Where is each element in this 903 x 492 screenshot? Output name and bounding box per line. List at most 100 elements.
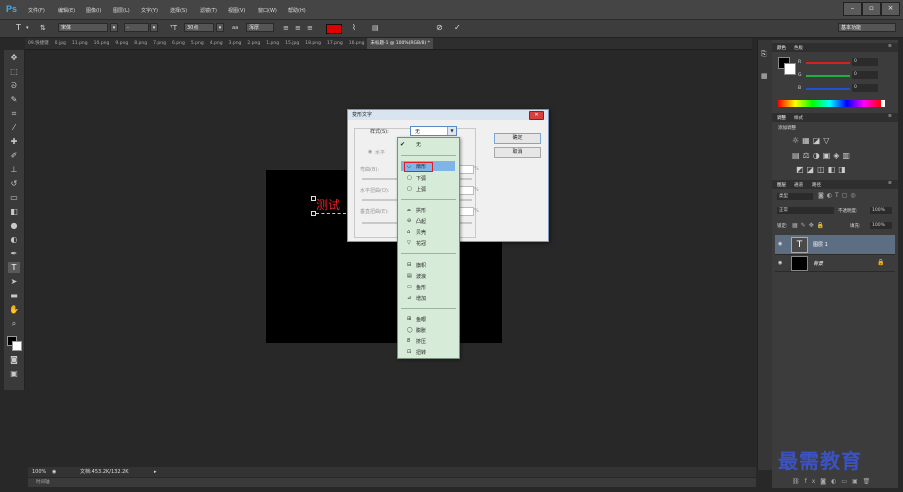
tab-layers[interactable]: 图层 <box>777 182 786 188</box>
antialias-select[interactable]: 浑厚 <box>246 23 274 32</box>
warp-option-arc-upper[interactable]: 上弧 <box>416 186 426 193</box>
healing-brush-tool-icon[interactable]: ✚ <box>8 136 20 147</box>
warp-option-none[interactable]: 无 <box>416 141 421 148</box>
vertical-distortion-input[interactable] <box>458 207 474 216</box>
tab-item[interactable]: 2.png <box>244 38 263 49</box>
tab-item[interactable]: 18.png <box>302 38 324 49</box>
blue-slider[interactable] <box>806 88 850 90</box>
chevron-down-icon[interactable]: ▼ <box>447 127 456 135</box>
warp-option-flag[interactable]: 旗帜 <box>416 262 426 269</box>
tab-item[interactable]: 7.png <box>150 38 169 49</box>
zoom-tool-icon[interactable]: ⌕ <box>8 318 20 329</box>
warp-option-flower[interactable]: 花冠 <box>416 240 426 247</box>
tab-item[interactable]: 09.快捷键 <box>25 38 52 49</box>
marquee-tool-icon[interactable]: ⬚ <box>8 66 20 77</box>
menu-type[interactable]: 文字(Y) <box>141 7 158 14</box>
tab-item[interactable]: 9.png <box>112 38 131 49</box>
crop-tool-icon[interactable]: ⌗ <box>8 108 20 119</box>
tab-item[interactable]: 10.png <box>91 38 113 49</box>
warp-option-rise[interactable]: 增加 <box>416 295 426 302</box>
font-size-input[interactable]: 30点 <box>184 23 214 32</box>
menu-view[interactable]: 视图(V) <box>228 7 245 14</box>
move-tool-icon[interactable]: ✥ <box>8 52 20 63</box>
screen-mode-icon[interactable]: ▣ <box>8 368 20 379</box>
bend-value-input[interactable] <box>458 165 474 174</box>
hand-tool-icon[interactable]: ✋ <box>8 304 20 315</box>
warp-option-inflate[interactable]: 膨胀 <box>416 327 426 334</box>
adjustment-icons-row-1[interactable]: ☼▦◪▽ <box>792 136 832 145</box>
font-style-arrow-icon[interactable]: ▾ <box>150 23 158 32</box>
visibility-eye-icon[interactable]: ◉ <box>778 260 782 266</box>
green-value[interactable]: 0 <box>852 71 878 79</box>
layer-name[interactable]: 背景 <box>813 260 823 267</box>
blue-value[interactable]: 0 <box>852 84 878 92</box>
eyedropper-tool-icon[interactable]: ⁄ <box>8 122 20 133</box>
lock-icons[interactable]: ▦✎✥🔒 <box>792 222 827 229</box>
green-slider[interactable] <box>806 75 850 77</box>
cancel-icon[interactable]: ⊘ <box>436 23 443 33</box>
warp-option-arch[interactable]: 拱形 <box>416 207 426 214</box>
tab-item[interactable]: 11.png <box>69 38 91 49</box>
tab-item[interactable]: 17.png <box>324 38 346 49</box>
tab-item[interactable]: 1.png <box>263 38 282 49</box>
menu-file[interactable]: 文件(F) <box>28 7 45 14</box>
visibility-eye-icon[interactable]: ◉ <box>778 241 782 247</box>
warp-option-fish[interactable]: 鱼形 <box>416 284 426 291</box>
clone-stamp-tool-icon[interactable]: ⊥ <box>8 164 20 175</box>
tab-adjustments[interactable]: 调整 <box>777 115 786 121</box>
red-value[interactable]: 0 <box>852 58 878 66</box>
align-right-icon[interactable]: ≡ <box>307 23 313 33</box>
panel-menu-icon[interactable]: ≡ <box>888 114 892 119</box>
tab-item[interactable]: 3.png <box>226 38 245 49</box>
minimize-button[interactable]: – <box>843 2 862 16</box>
warp-option-squeeze[interactable]: 挤压 <box>416 338 426 345</box>
cancel-button[interactable]: 取消 <box>494 147 541 158</box>
fill-input[interactable]: 100% <box>870 222 892 229</box>
tab-item[interactable]: 4.png <box>207 38 226 49</box>
blur-tool-icon[interactable]: ● <box>8 220 20 231</box>
commit-check-icon[interactable]: ✓ <box>454 23 461 33</box>
path-select-tool-icon[interactable]: ➤ <box>8 276 20 287</box>
font-size-arrow-icon[interactable]: ▾ <box>216 23 224 32</box>
color-spectrum[interactable] <box>778 100 881 107</box>
warp-option-wave[interactable]: 波浪 <box>416 273 426 280</box>
warp-option-twist[interactable]: 扭转 <box>416 349 426 356</box>
quick-mask-icon[interactable]: ◙ <box>8 354 20 365</box>
red-slider[interactable] <box>806 62 850 64</box>
tab-item[interactable]: 15.jpg <box>282 38 302 49</box>
ok-button[interactable]: 确定 <box>494 133 541 144</box>
menu-window[interactable]: 窗口(W) <box>258 7 277 14</box>
gradient-tool-icon[interactable]: ◧ <box>8 206 20 217</box>
tab-item[interactable]: 5.png <box>188 38 207 49</box>
tab-item[interactable]: 0.jpg <box>52 38 69 49</box>
menu-layer[interactable]: 图层(L) <box>113 7 130 14</box>
status-menu-arrow-icon[interactable]: ▸ <box>154 467 157 477</box>
tab-color[interactable]: 颜色 <box>777 45 786 51</box>
tool-preset-chevron-icon[interactable]: ▾ <box>26 23 29 33</box>
horizontal-distortion-input[interactable] <box>458 186 474 195</box>
menu-help[interactable]: 帮助(H) <box>288 7 306 14</box>
background-color-swatch[interactable] <box>12 341 22 351</box>
align-center-icon[interactable]: ≡ <box>295 23 301 33</box>
warp-option-arc-lower[interactable]: 下弧 <box>416 175 426 182</box>
timeline-label[interactable]: 时间轴 <box>36 478 50 487</box>
white-swatch[interactable] <box>881 100 885 107</box>
close-window-button[interactable]: × <box>881 2 900 16</box>
layer-row-text[interactable]: ◉ T 图层 1 <box>775 235 895 255</box>
quick-select-tool-icon[interactable]: ✎ <box>8 94 20 105</box>
shape-tool-icon[interactable]: ▬ <box>8 290 20 301</box>
font-family-arrow-icon[interactable]: ▾ <box>110 23 118 32</box>
workspace-select[interactable]: 基本功能 <box>838 23 896 32</box>
panel-menu-icon[interactable]: ≡ <box>888 181 892 186</box>
tab-styles[interactable]: 样式 <box>794 115 803 121</box>
opacity-input[interactable]: 100% <box>870 207 892 214</box>
dodge-tool-icon[interactable]: ◐ <box>8 234 20 245</box>
warp-option-arc[interactable]: 扇形 <box>416 163 426 170</box>
adjustment-icons-row-3[interactable]: ◩◪◫◧◨ <box>796 165 849 174</box>
dialog-close-button[interactable]: ✕ <box>529 111 544 120</box>
status-info-icon[interactable]: ◉ <box>52 467 56 477</box>
tab-item[interactable]: 6.png <box>169 38 188 49</box>
panel-menu-icon[interactable]: ≡ <box>888 44 892 49</box>
font-style-select[interactable]: - <box>124 23 149 32</box>
pen-tool-icon[interactable]: ✒ <box>8 248 20 259</box>
